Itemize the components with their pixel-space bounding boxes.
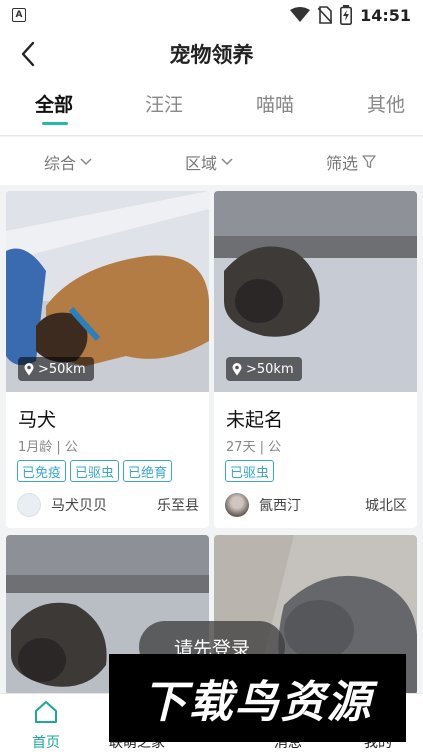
pet-photo: >50km [6,191,209,392]
sort-filter[interactable]: 综合 [44,150,92,174]
active-tab-indicator [42,122,68,125]
tag-vaccinated: 已免疫 [17,460,67,482]
funnel-icon [362,155,376,169]
screen-filter-label: 筛选 [326,154,359,173]
distance-badge: >50km [18,357,94,381]
tab-cats[interactable]: 喵喵 [256,90,294,117]
clock: 14:51 [360,5,411,25]
pet-card[interactable]: >50km 马犬 1月龄 | 公 已免疫 已驱虫 已绝育 马犬贝贝 乐至县 [6,191,209,528]
distance-text: >50km [246,361,294,377]
pet-name: 马犬 [18,409,57,431]
tab-dogs[interactable]: 汪汪 [145,90,183,117]
app-notification-icon: A [12,8,26,22]
tab-others[interactable]: 其他 [367,90,405,117]
region-filter-label: 区域 [185,154,218,173]
owner-area: 城北区 [365,498,407,514]
avatar [17,493,41,517]
location-pin-icon [24,362,34,375]
back-button[interactable] [14,40,42,68]
status-bar: A 14:51 [0,0,423,30]
nav-home-label: 首页 [32,735,60,751]
owner-row: 马犬贝贝 乐至县 [17,493,199,517]
owner-area: 乐至县 [157,498,199,514]
filter-bar: 综合 区域 筛选 [0,137,423,185]
battery-icon [340,5,353,25]
watermark-text: 下载鸟资源 [142,677,373,728]
avatar [225,493,249,517]
tag-dewormed: 已驱虫 [225,460,275,482]
location-pin-icon [232,362,242,375]
pet-tags: 已免疫 已驱虫 已绝育 [17,460,173,482]
tag-neutered: 已绝育 [123,460,173,482]
distance-text: >50km [38,361,86,377]
pet-tags: 已驱虫 [225,460,275,482]
home-icon [35,701,57,723]
tab-all[interactable]: 全部 [35,90,73,117]
pet-age-gender: 1月龄 | 公 [18,440,78,455]
region-filter[interactable]: 区域 [185,150,233,174]
category-tabs: 全部 汪汪 喵喵 其他 [0,78,423,136]
owner-name: 马犬贝贝 [51,498,107,514]
navigation-bar: 宠物领养 [0,30,423,78]
owner-row: 氤西汀 城北区 [225,493,407,517]
no-sim-icon [318,6,333,24]
watermark-banner: 下载鸟资源 [109,654,406,742]
chevron-left-icon [21,41,35,67]
distance-badge: >50km [226,357,302,381]
owner-name: 氤西汀 [259,498,301,514]
wifi-icon [290,7,311,22]
pet-photo: >50km [214,191,417,392]
pet-age-gender: 27天 | 公 [226,440,282,455]
page-title: 宠物领养 [169,43,254,67]
pet-name: 未起名 [226,409,284,431]
sort-filter-label: 综合 [44,154,77,173]
screen-filter[interactable]: 筛选 [326,150,376,174]
pet-card[interactable]: >50km 未起名 27天 | 公 已驱虫 氤西汀 城北区 [214,191,417,528]
nav-home[interactable]: 首页 [6,700,86,752]
chevron-down-icon [221,158,233,166]
chevron-down-icon [80,158,92,166]
tag-dewormed: 已驱虫 [70,460,120,482]
